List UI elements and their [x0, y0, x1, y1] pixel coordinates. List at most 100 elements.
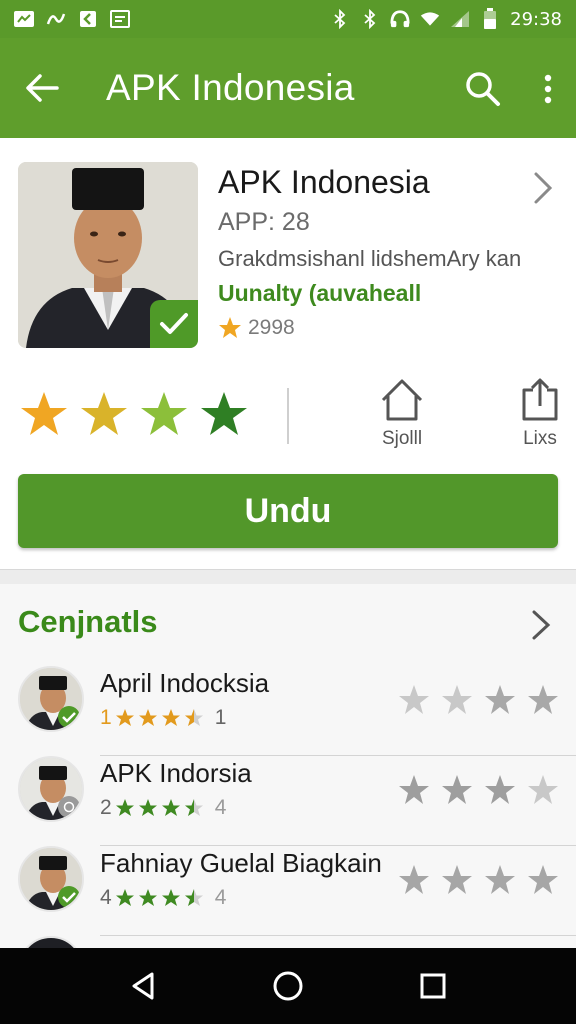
list-item[interactable]: April Indocksia 1 1	[0, 666, 576, 756]
photo-icon	[110, 10, 130, 28]
star-icon	[138, 709, 157, 726]
star-icon[interactable]	[441, 774, 473, 806]
app-details-chevron[interactable]	[528, 170, 558, 206]
chevron-right-icon	[534, 172, 553, 204]
nav-recents-button[interactable]	[408, 961, 458, 1011]
star-icon	[161, 709, 180, 726]
home-icon	[381, 379, 423, 421]
more-vertical-icon	[544, 74, 552, 104]
section-title: Cenjnatls	[18, 604, 158, 639]
share-icon	[522, 378, 558, 421]
headphones-icon	[390, 10, 410, 28]
item-name: Fahniay Guelal Biagkain	[100, 848, 382, 878]
item-lead-number: 2	[100, 796, 112, 819]
checkmark-icon	[62, 892, 76, 903]
app-name: APK Indonesia	[218, 164, 430, 200]
navigation-bar	[0, 948, 576, 1024]
verified-badge	[150, 300, 198, 348]
home-circle-icon	[273, 971, 303, 1001]
search-icon	[466, 72, 500, 106]
star-icon[interactable]	[484, 864, 516, 896]
list-item[interactable]	[0, 936, 576, 948]
more-options-button[interactable]	[530, 64, 566, 114]
verified-badge	[58, 706, 80, 728]
status-time: 29:38	[510, 8, 562, 30]
star-icon	[138, 799, 157, 816]
item-trail-number: 4	[214, 886, 227, 909]
recents-square-icon	[420, 973, 446, 999]
star-icon[interactable]	[441, 864, 473, 896]
star-icon	[161, 799, 180, 816]
star-icon	[115, 709, 134, 726]
checkmark-icon	[62, 712, 76, 723]
item-trail-number: 1	[214, 706, 227, 729]
signal-app-icon	[46, 10, 66, 28]
star-icon	[138, 889, 157, 906]
clock-icon	[63, 801, 75, 813]
app-rating: 2998	[218, 316, 295, 340]
twitter-icon	[14, 10, 34, 28]
back-button[interactable]	[0, 38, 84, 138]
list-item[interactable]: APK Indorsia 2 4	[0, 756, 576, 846]
back-triangle-icon	[132, 972, 154, 1000]
star-icon[interactable]	[398, 684, 430, 716]
star-icon[interactable]	[80, 390, 128, 438]
item-name: April Indocksia	[100, 668, 270, 698]
share-action-button[interactable]: Lixs	[512, 378, 568, 458]
avatar	[18, 936, 84, 948]
star-icon[interactable]	[20, 390, 68, 438]
star-icon[interactable]	[527, 864, 559, 896]
app-quality: Uunalty (auvaheall	[218, 280, 422, 306]
item-rating-stars[interactable]	[398, 864, 559, 896]
item-lead-number: 1	[100, 706, 112, 729]
home-action-button[interactable]: Sjolll	[372, 378, 432, 458]
item-lead-number: 4	[100, 886, 112, 909]
star-icon[interactable]	[140, 390, 188, 438]
checkmark-icon	[160, 313, 188, 334]
divider	[287, 388, 289, 444]
app-icon[interactable]	[18, 162, 198, 348]
share-action-label: Lixs	[523, 428, 557, 449]
related-apps-section: Cenjnatls April Indocksia 1 1 APK Indors…	[0, 584, 576, 948]
star-icon[interactable]	[484, 684, 516, 716]
item-rating-stars[interactable]	[398, 684, 559, 716]
item-meta: 4 4	[100, 886, 226, 910]
star-icon[interactable]	[484, 774, 516, 806]
install-button[interactable]: Undu	[18, 474, 558, 548]
item-meta: 2 4	[100, 796, 226, 820]
signal-icon	[450, 10, 470, 28]
home-action-label: Sjolll	[381, 428, 423, 449]
star-icon[interactable]	[200, 390, 248, 438]
bluetooth-icon	[330, 9, 350, 29]
star-icon	[161, 889, 180, 906]
status-bar: 29:38	[0, 0, 576, 38]
section-more-chevron[interactable]	[528, 608, 554, 642]
star-icon[interactable]	[527, 684, 559, 716]
star-icon	[115, 799, 134, 816]
rating-stars[interactable]	[20, 390, 248, 438]
search-button[interactable]	[458, 64, 508, 114]
battery-icon	[480, 8, 500, 29]
nav-home-button[interactable]	[263, 961, 313, 1011]
bluetooth-icon	[360, 9, 380, 29]
status-badge	[58, 796, 80, 818]
wifi-icon	[420, 10, 440, 28]
list-item[interactable]: Fahniay Guelal Biagkain 4 4	[0, 846, 576, 936]
star-half-icon	[184, 799, 203, 816]
item-rating-stars[interactable]	[398, 774, 559, 806]
star-icon	[115, 889, 134, 906]
star-icon[interactable]	[441, 684, 473, 716]
app-version: APP: 28	[218, 208, 310, 236]
avatar	[18, 666, 84, 732]
star-half-icon	[184, 889, 203, 906]
app-detail-card: APK Indonesia APP: 28 Grakdmsishanl lids…	[0, 138, 576, 570]
nav-back-button[interactable]	[118, 961, 168, 1011]
avatar	[18, 846, 84, 912]
app-bar: APK Indonesia	[0, 38, 576, 138]
star-icon[interactable]	[527, 774, 559, 806]
star-icon[interactable]	[398, 864, 430, 896]
avatar	[18, 756, 84, 822]
verified-badge	[58, 886, 80, 908]
star-icon[interactable]	[398, 774, 430, 806]
app-description: Grakdmsishanl lidshemAry kan	[218, 246, 522, 271]
